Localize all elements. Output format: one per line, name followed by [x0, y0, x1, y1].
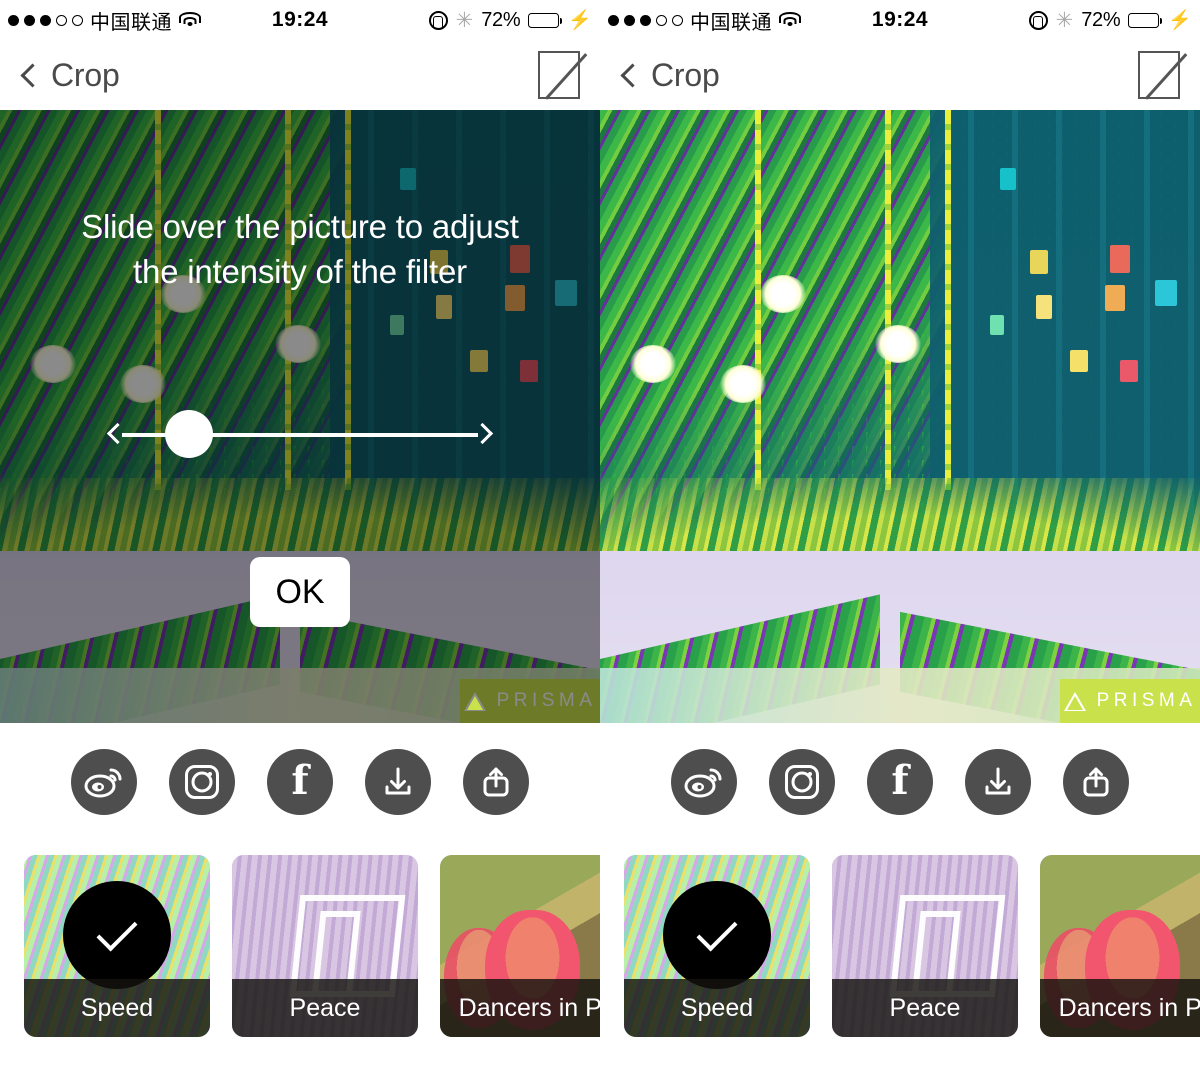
- page-title: Crop: [51, 56, 120, 93]
- charging-icon: ⚡: [568, 9, 592, 31]
- weibo-icon: [684, 768, 722, 798]
- page-title: Crop: [651, 56, 720, 93]
- share-button-weibo[interactable]: [671, 749, 737, 815]
- instagram-icon: [185, 765, 219, 799]
- share-button-download[interactable]: [965, 749, 1031, 815]
- intensity-overlay-dim[interactable]: [0, 110, 600, 723]
- instagram-icon: [785, 765, 819, 799]
- share-button-weibo[interactable]: [71, 749, 137, 815]
- hint-line-1: Slide over the picture to adjust: [81, 208, 519, 245]
- dual-screenshot-comparison: 中国联通 19:24 ✳ 72% ⚡ Crop PRISMA Slide ove…: [0, 0, 1200, 1067]
- nav-bar: Crop: [0, 40, 600, 110]
- status-bar-right: ✳ 72% ⚡: [428, 8, 592, 32]
- status-bar: 中国联通 19:24 ✳ 72% ⚡: [600, 0, 1200, 40]
- chevron-left-icon: [20, 62, 45, 88]
- rotation-lock-icon: [428, 10, 448, 30]
- filter-thumb-dancers[interactable]: Dancers in Pi: [440, 855, 600, 1037]
- share-button-share[interactable]: [1063, 749, 1129, 815]
- filtered-photo[interactable]: PRISMA Slide over the picture to adjust …: [0, 110, 600, 723]
- back-button[interactable]: Crop: [20, 57, 120, 94]
- facebook-icon: f: [891, 756, 909, 804]
- weibo-icon: [84, 768, 122, 798]
- download-icon: [985, 767, 1011, 795]
- status-bar: 中国联通 19:24 ✳ 72% ⚡: [0, 0, 600, 40]
- filter-strip[interactable]: Speed Peace Dancers in Pi: [600, 841, 1200, 1049]
- crop-aspect-icon[interactable]: [538, 51, 580, 99]
- phone-screen-left: 中国联通 19:24 ✳ 72% ⚡ Crop PRISMA Slide ove…: [0, 0, 600, 1067]
- intensity-hint-text: Slide over the picture to adjust the int…: [0, 205, 600, 294]
- battery-percent: 72%: [481, 8, 521, 31]
- slider-knob[interactable]: [165, 410, 213, 458]
- battery-icon: [528, 12, 563, 28]
- filter-label: Peace: [832, 979, 1018, 1037]
- share-icon: [1083, 767, 1109, 797]
- filter-label: Dancers in Pi: [440, 979, 600, 1037]
- share-row: f: [0, 723, 600, 841]
- battery-icon: [1128, 12, 1163, 28]
- filter-label: Speed: [24, 979, 210, 1037]
- share-button-facebook[interactable]: f: [267, 749, 333, 815]
- facebook-icon: f: [291, 756, 309, 804]
- phone-screen-right: 中国联通 19:24 ✳ 72% ⚡ Crop PRISMA f Speed P…: [600, 0, 1200, 1067]
- share-row: f: [600, 723, 1200, 841]
- filter-thumb-speed[interactable]: Speed: [24, 855, 210, 1037]
- filter-label: Peace: [232, 979, 418, 1037]
- arrow-right-icon: [471, 422, 494, 445]
- share-button-download[interactable]: [365, 749, 431, 815]
- filter-thumb-speed[interactable]: Speed: [624, 855, 810, 1037]
- prisma-watermark-text: PRISMA: [1096, 690, 1197, 711]
- photo-artwork: [600, 110, 1200, 723]
- download-icon: [385, 767, 411, 795]
- share-button-instagram[interactable]: [769, 749, 835, 815]
- filter-thumb-dancers[interactable]: Dancers in Pi: [1040, 855, 1200, 1037]
- battery-percent: 72%: [1081, 8, 1121, 31]
- bluetooth-icon: ✳: [1055, 8, 1074, 32]
- filter-label: Dancers in Pi: [1040, 979, 1200, 1037]
- check-icon: [96, 910, 138, 952]
- check-icon: [696, 910, 738, 952]
- hint-line-2: the intensity of the filter: [133, 252, 467, 290]
- nav-bar: Crop: [600, 40, 1200, 110]
- bluetooth-icon: ✳: [455, 8, 474, 32]
- selected-check-badge: [63, 881, 171, 990]
- status-bar-right: ✳ 72% ⚡: [1028, 8, 1192, 32]
- triangle-logo: [1063, 691, 1086, 711]
- share-button-facebook[interactable]: f: [867, 749, 933, 815]
- ok-button[interactable]: OK: [250, 557, 350, 627]
- crop-aspect-icon[interactable]: [1138, 51, 1180, 99]
- prisma-watermark: PRISMA: [1060, 679, 1200, 723]
- selected-check-badge: [663, 881, 771, 990]
- filter-strip[interactable]: Speed Peace Dancers in Pi: [0, 841, 600, 1049]
- charging-icon: ⚡: [1168, 9, 1192, 31]
- share-button-instagram[interactable]: [169, 749, 235, 815]
- share-icon: [483, 767, 509, 797]
- share-button-share[interactable]: [463, 749, 529, 815]
- filter-thumb-peace[interactable]: Peace: [232, 855, 418, 1037]
- filtered-photo[interactable]: PRISMA: [600, 110, 1200, 723]
- rotation-lock-icon: [1028, 10, 1048, 30]
- back-button[interactable]: Crop: [620, 57, 720, 94]
- intensity-slider[interactable]: [106, 410, 494, 458]
- filter-thumb-peace[interactable]: Peace: [832, 855, 1018, 1037]
- chevron-left-icon: [620, 62, 645, 88]
- filter-label: Speed: [624, 979, 810, 1037]
